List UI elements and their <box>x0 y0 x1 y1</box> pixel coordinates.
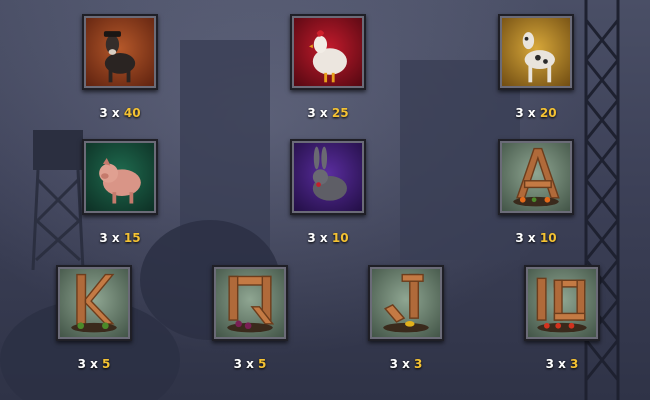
paytable-symbol-letter-j: 3 x 3 <box>368 265 444 371</box>
paytable-symbol-letter-k: 3 x 5 <box>56 265 132 371</box>
payout-label: 3 x 10 <box>307 231 349 245</box>
dog-icon <box>498 14 574 90</box>
paytable-symbol-rabbit: 3 x 10 <box>290 139 366 245</box>
rooster-icon <box>290 14 366 90</box>
paytable-symbol-pig: 3 x 15 <box>82 139 158 245</box>
payout-label: 3 x 5 <box>77 357 111 371</box>
paytable-symbol-goat: 3 x 40 <box>82 14 158 120</box>
payout-label: 3 x 20 <box>515 106 557 120</box>
paytable-symbol-letter-q: 3 x 5 <box>212 265 288 371</box>
paytable-symbol-letter-a: 3 x 10 <box>498 139 574 245</box>
payout-label: 3 x 3 <box>389 357 423 371</box>
goat-icon <box>82 14 158 90</box>
payout-label: 3 x 10 <box>515 231 557 245</box>
rabbit-icon <box>290 139 366 215</box>
wood-number-10-icon <box>524 265 600 341</box>
wood-letter-k-icon <box>56 265 132 341</box>
payout-label: 3 x 40 <box>99 106 141 120</box>
payout-label: 3 x 5 <box>233 357 267 371</box>
wood-letter-q-icon <box>212 265 288 341</box>
payout-label: 3 x 3 <box>545 357 579 371</box>
payout-label: 3 x 25 <box>307 106 349 120</box>
payout-label: 3 x 15 <box>99 231 141 245</box>
wood-letter-j-icon <box>368 265 444 341</box>
wood-letter-a-icon <box>498 139 574 215</box>
paytable-symbol-number-10: 3 x 3 <box>524 265 600 371</box>
water-tower-silhouette <box>31 130 85 270</box>
paytable-symbol-rooster: 3 x 25 <box>290 14 366 120</box>
pig-icon <box>82 139 158 215</box>
paytable-symbol-dog: 3 x 20 <box>498 14 574 120</box>
